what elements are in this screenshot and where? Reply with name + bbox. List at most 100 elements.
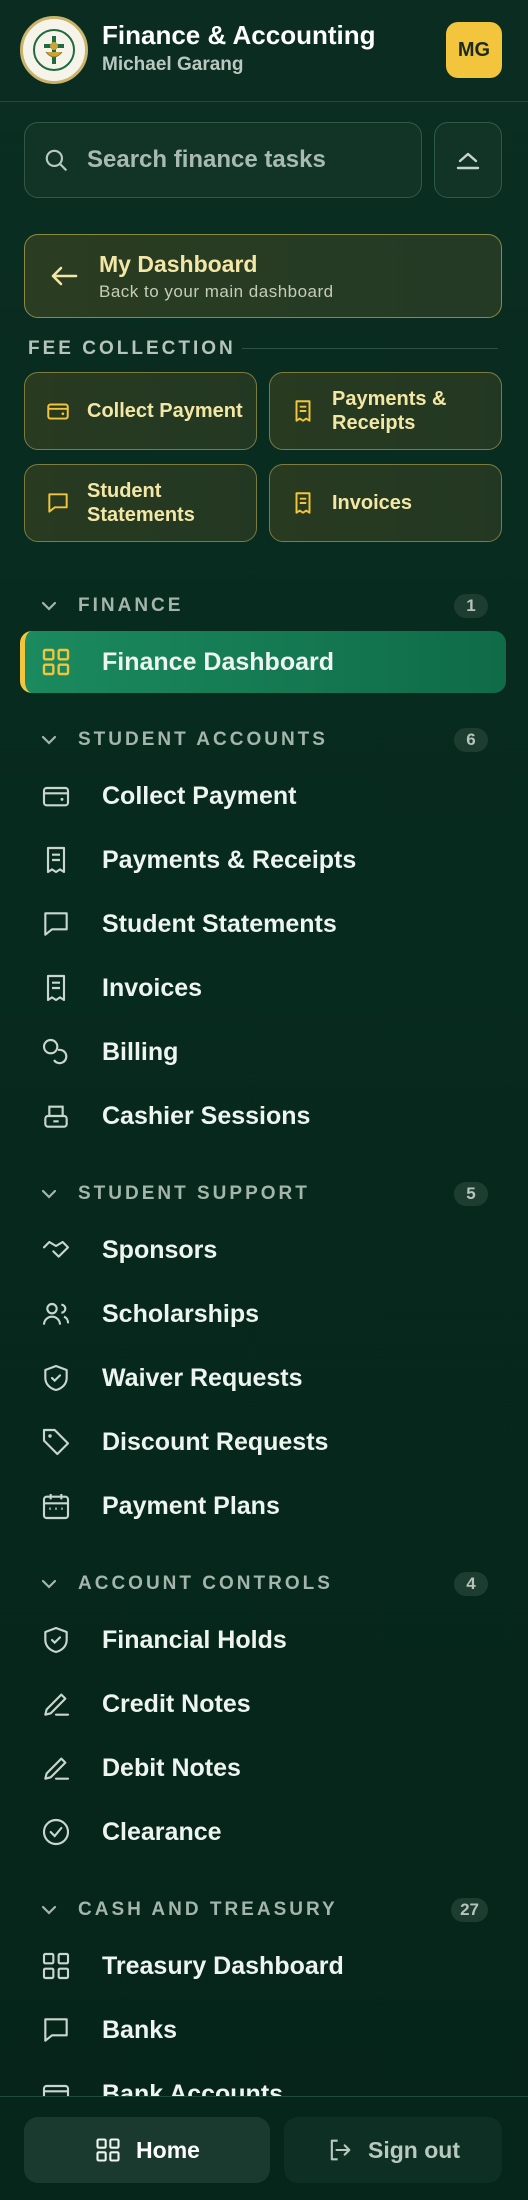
nav-treasury-dashboard[interactable]: Treasury Dashboard [20, 1935, 506, 1997]
section-header-student-support[interactable]: STUDENT SUPPORT 5 [40, 1179, 488, 1209]
grid-icon [42, 648, 70, 676]
search-input[interactable] [87, 146, 407, 174]
handshake-icon [42, 1240, 70, 1258]
nav-scholarships[interactable]: Scholarships [20, 1283, 506, 1345]
nav-label: Collect Payment [102, 781, 297, 810]
nav-label: Invoices [102, 973, 203, 1002]
nav-payment-plans[interactable]: Payment Plans [20, 1475, 506, 1537]
dashboard-subtitle: Back to your main dashboard [99, 281, 334, 301]
users-icon [42, 1302, 70, 1325]
nav-collect-payment[interactable]: Collect Payment [20, 765, 506, 827]
chevron-down-icon [41, 735, 57, 745]
nav-label: Scholarships [102, 1299, 259, 1328]
collapse-button[interactable] [434, 122, 502, 198]
message-square-icon [44, 2018, 68, 2042]
chevron-up-icon [456, 152, 480, 170]
log-out-icon [330, 2139, 351, 2161]
app-title: Finance & Accounting [102, 20, 376, 50]
section-title: ACCOUNT CONTROLS [78, 1573, 333, 1594]
message-square-icon [44, 912, 68, 936]
calendar-icon [42, 1494, 70, 1520]
avatar[interactable]: MG [446, 22, 502, 78]
shield-check-icon [44, 1626, 68, 1654]
nav-label: Waiver Requests [102, 1363, 303, 1392]
section-header-finance[interactable]: FINANCE 1 [40, 591, 488, 621]
check-circle-icon [42, 1818, 70, 1846]
grid-icon [42, 1952, 70, 1980]
chevron-down-icon [41, 601, 57, 611]
search-box[interactable] [24, 122, 422, 198]
nav-label: Payment Plans [102, 1491, 280, 1520]
coins-icon [42, 1038, 68, 1065]
section-count: 1 [454, 594, 488, 618]
section-count: 5 [454, 1182, 488, 1206]
receipt-icon [46, 974, 66, 1002]
home-label: Home [136, 2136, 200, 2163]
shield-check-icon [44, 1364, 68, 1392]
quick-label: Payments & Receipts [332, 388, 447, 434]
nav-invoices[interactable]: Invoices [20, 957, 506, 1019]
chevron-down-icon [41, 1189, 57, 1199]
fee-collection-label: FEE COLLECTION [28, 338, 236, 359]
search-icon [45, 149, 67, 171]
nav-waiver-requests[interactable]: Waiver Requests [20, 1347, 506, 1409]
quick-payments-receipts[interactable]: Payments & Receipts [269, 372, 502, 450]
receipt-icon [46, 846, 66, 874]
nav-label: Treasury Dashboard [102, 1951, 344, 1980]
my-dashboard-link[interactable]: My Dashboard Back to your main dashboard [24, 234, 502, 318]
pen-line-icon [44, 1693, 70, 1716]
nav-payments-receipts[interactable]: Payments & Receipts [20, 829, 506, 891]
arrow-left-icon [51, 266, 78, 286]
nav-debit-notes[interactable]: Debit Notes [20, 1737, 506, 1799]
nav-banks[interactable]: Banks [20, 1999, 506, 2061]
nav-label: Finance Dashboard [102, 647, 334, 676]
section-header-student-accounts[interactable]: STUDENT ACCOUNTS 6 [40, 725, 488, 755]
wallet-icon [42, 786, 70, 807]
section-count: 6 [454, 728, 488, 752]
tag-icon [42, 1428, 70, 1456]
nav-discount-requests[interactable]: Discount Requests [20, 1411, 506, 1473]
home-button[interactable]: Home [24, 2117, 270, 2183]
cash-register-icon [44, 1105, 68, 1128]
quick-label: Collect Payment [87, 400, 243, 422]
receipt-icon [295, 400, 311, 422]
sign-out-button[interactable]: Sign out [284, 2117, 502, 2183]
section-title: FINANCE [78, 595, 184, 616]
section-header-account-controls[interactable]: ACCOUNT CONTROLS 4 [40, 1569, 488, 1599]
quick-invoices[interactable]: Invoices [269, 464, 502, 542]
nav-label: Debit Notes [102, 1753, 241, 1782]
section-title: STUDENT ACCOUNTS [78, 729, 328, 750]
nav-billing[interactable]: Billing [20, 1021, 506, 1083]
quick-student-statements[interactable]: Student Statements [24, 464, 257, 542]
nav-student-statements[interactable]: Student Statements [20, 893, 506, 955]
sign-out-label: Sign out [368, 2136, 460, 2163]
message-square-icon [48, 493, 68, 513]
nav-label: Banks [102, 2015, 178, 2044]
quick-collect-payment[interactable]: Collect Payment [24, 372, 257, 450]
nav-credit-notes[interactable]: Credit Notes [20, 1673, 506, 1735]
user-name: Michael Garang [102, 54, 244, 75]
crest-icon [33, 29, 75, 71]
nav-label: Financial Holds [102, 1625, 287, 1654]
nav-label: Credit Notes [102, 1689, 251, 1718]
nav-clearance[interactable]: Clearance [20, 1801, 506, 1863]
quick-label: Student Statements [87, 480, 195, 526]
nav-financial-holds[interactable]: Financial Holds [20, 1609, 506, 1671]
quick-label: Invoices [332, 492, 413, 514]
nav-label: Clearance [102, 1817, 222, 1846]
app-header: Finance & Accounting Michael Garang MG [0, 0, 528, 102]
nav-finance-dashboard[interactable]: Finance Dashboard [20, 631, 506, 693]
section-title: STUDENT SUPPORT [78, 1183, 310, 1204]
section-title: CASH AND TREASURY [78, 1899, 338, 1920]
nav-label: Discount Requests [102, 1427, 329, 1456]
nav-label: Billing [102, 1037, 179, 1066]
chevron-down-icon [41, 1579, 57, 1589]
wallet-icon [47, 403, 69, 420]
nav-label: Payments & Receipts [102, 845, 357, 874]
section-header-cash-treasury[interactable]: CASH AND TREASURY 27 [40, 1895, 488, 1925]
nav-sponsors[interactable]: Sponsors [20, 1219, 506, 1281]
nav-cashier-sessions[interactable]: Cashier Sessions [20, 1085, 506, 1147]
chevron-down-icon [41, 1905, 57, 1915]
grid-icon [96, 2138, 120, 2162]
section-count: 4 [454, 1572, 488, 1596]
